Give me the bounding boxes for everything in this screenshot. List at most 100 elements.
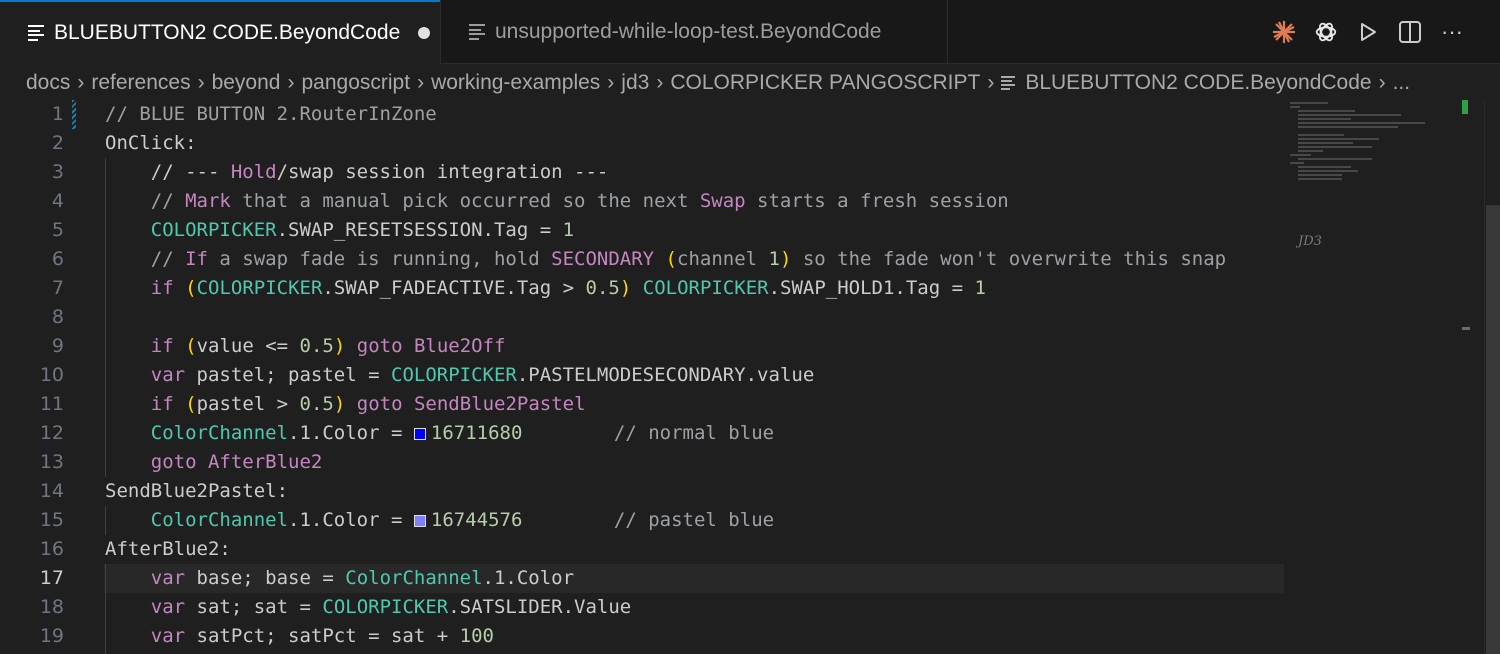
- minimap-line: [1298, 178, 1343, 180]
- line-number: 16: [39, 538, 64, 560]
- minimap-line: [1290, 162, 1305, 164]
- breadcrumb-label: docs: [26, 71, 71, 94]
- line-number: 5: [51, 219, 64, 241]
- code-text: var sat; sat = COLORPICKER.SATSLIDER.Val…: [150, 596, 632, 618]
- breadcrumb-item[interactable]: jd3: [621, 71, 649, 95]
- breadcrumb-chevron-icon: ›: [417, 71, 425, 94]
- breadcrumb-item[interactable]: pangoscript: [301, 71, 410, 95]
- code-line[interactable]: 11 if (pastel > 0.5) goto SendBlue2Paste…: [0, 390, 1290, 419]
- code-text: if (COLORPICKER.SWAP_FADEACTIVE.Tag > 0.…: [150, 277, 986, 299]
- code-line[interactable]: 14 SendBlue2Pastel:: [0, 477, 1290, 506]
- code-line[interactable]: 16 AfterBlue2:: [0, 535, 1290, 564]
- code-text: OnClick:: [105, 132, 197, 154]
- code-line[interactable]: 4 // Mark that a manual pick occurred so…: [0, 187, 1290, 216]
- tab-label: unsupported-while-loop-test.BeyondCode: [495, 20, 882, 43]
- file-lines-icon: [469, 24, 485, 40]
- breadcrumb-label: references: [91, 71, 191, 94]
- minimap-line: [1298, 138, 1379, 140]
- minimap-line: [1298, 134, 1344, 136]
- code-line[interactable]: 15 ColorChannel.1.Color = 16744576 // pa…: [0, 506, 1290, 535]
- minimap-line: [1298, 122, 1426, 124]
- line-number: 6: [51, 248, 64, 270]
- breadcrumb-chevron-icon: ›: [656, 71, 664, 94]
- line-number: 15: [39, 509, 64, 531]
- code-line[interactable]: 10 var pastel; pastel = COLORPICKER.PAST…: [0, 361, 1290, 390]
- breadcrumb-label: ...: [1392, 71, 1411, 94]
- code-line[interactable]: 2 OnClick:: [0, 129, 1290, 158]
- breadcrumb-item[interactable]: beyond: [212, 71, 281, 95]
- breadcrumb-item[interactable]: docs: [26, 71, 70, 95]
- breadcrumb-chevron-icon: ›: [1378, 71, 1386, 94]
- breadcrumb-label: pangoscript: [301, 71, 411, 94]
- code-line[interactable]: 1 // BLUE BUTTON 2.RouterInZone: [0, 100, 1290, 129]
- code-text: AfterBlue2:: [105, 538, 231, 560]
- minimap-logo: JD3: [1298, 234, 1322, 249]
- code-line[interactable]: 19 var satPct; satPct = sat + 100: [0, 622, 1290, 651]
- minimap-line: [1298, 174, 1343, 176]
- vertical-scrollbar-thumb[interactable]: [1486, 205, 1500, 654]
- breadcrumb-label: working-examples: [431, 71, 601, 94]
- code-text: if (pastel > 0.5) goto SendBlue2Pastel: [150, 393, 586, 415]
- claude-icon[interactable]: [1272, 20, 1296, 44]
- breadcrumb-label: BLUEBUTTON2 CODE.BeyondCode: [1025, 71, 1372, 94]
- minimap-line: [1290, 154, 1311, 156]
- breadcrumb-item[interactable]: references: [91, 71, 190, 95]
- breadcrumb-chevron-icon: ›: [987, 71, 995, 94]
- code-line[interactable]: 6 // If a swap fade is running, hold SEC…: [0, 245, 1290, 274]
- breadcrumb-item[interactable]: COLORPICKER PANGOSCRIPT: [670, 71, 980, 95]
- minimap-line: [1298, 150, 1323, 152]
- code-editor[interactable]: 1 // BLUE BUTTON 2.RouterInZone 2 OnClick: 3…: [0, 100, 1500, 654]
- breadcrumb-label: COLORPICKER PANGOSCRIPT: [670, 71, 981, 94]
- breadcrumb-item[interactable]: working-examples: [431, 71, 600, 95]
- code-text: SendBlue2Pastel:: [105, 480, 289, 502]
- code-line[interactable]: 17 var base; base = ColorChannel.1.Color: [0, 564, 1290, 593]
- code-text: // Mark that a manual pick occurred so t…: [105, 190, 1009, 212]
- color-swatch-icon[interactable]: [413, 428, 426, 440]
- minimap-line: [1290, 106, 1301, 108]
- editor-tab-bar: BLUEBUTTON2 CODE.BeyondCode unsupported-…: [0, 0, 1500, 64]
- line-number: 19: [39, 625, 64, 647]
- line-number: 18: [39, 596, 64, 618]
- minimap-line: [1298, 146, 1373, 148]
- file-lines-icon: [28, 25, 44, 41]
- minimap-line: [1290, 102, 1328, 104]
- code-line[interactable]: 13 goto AfterBlue2: [0, 448, 1290, 477]
- file-lines-icon: [1001, 75, 1016, 91]
- code-text: goto AfterBlue2: [150, 451, 323, 473]
- color-swatch-icon[interactable]: [413, 515, 426, 527]
- line-number: 13: [39, 451, 64, 473]
- breadcrumb-chevron-icon: ›: [197, 71, 205, 94]
- line-number: 12: [39, 422, 64, 444]
- line-number: 10: [39, 364, 64, 386]
- code-line[interactable]: 18 var sat; sat = COLORPICKER.SATSLIDER.…: [0, 593, 1290, 622]
- minimap[interactable]: [1286, 100, 1466, 250]
- breadcrumb-label: beyond: [211, 71, 281, 94]
- line-number: 8: [51, 306, 64, 328]
- code-text: if (value <= 0.5) goto Blue2Off: [150, 335, 506, 357]
- breadcrumb-label: jd3: [621, 71, 650, 94]
- code-line[interactable]: 7 if (COLORPICKER.SWAP_FADEACTIVE.Tag > …: [0, 274, 1290, 303]
- breadcrumb-chevron-icon: ›: [607, 71, 615, 94]
- split-editor-icon[interactable]: [1398, 20, 1422, 44]
- breadcrumb-chevron-icon: ›: [77, 71, 85, 94]
- code-line[interactable]: 9 if (value <= 0.5) goto Blue2Off: [0, 332, 1290, 361]
- run-icon[interactable]: [1356, 20, 1380, 44]
- breadcrumb-item[interactable]: ...: [1393, 71, 1411, 95]
- breadcrumb-item[interactable]: BLUEBUTTON2 CODE.BeyondCode: [1001, 71, 1372, 95]
- code-line[interactable]: 8: [0, 303, 1290, 332]
- unsaved-dot-icon[interactable]: [418, 27, 431, 39]
- openai-icon[interactable]: [1314, 20, 1338, 44]
- code-text: COLORPICKER.SWAP_RESETSESSION.Tag = 1: [150, 219, 575, 241]
- tab-unsupported-while-loop-test[interactable]: unsupported-while-loop-test.BeyondCode: [440, 0, 948, 64]
- overview-ruler-marker: [1462, 327, 1470, 330]
- code-line[interactable]: 12 ColorChannel.1.Color = 16711680 // no…: [0, 419, 1290, 448]
- tab-bluebutton2-code[interactable]: BLUEBUTTON2 CODE.BeyondCode: [0, 0, 440, 64]
- line-number: 17: [39, 567, 64, 589]
- modified-line-gutter-marker: [72, 100, 76, 129]
- minimap-line: [1298, 170, 1358, 172]
- code-text: // If a swap fade is running, hold SECON…: [105, 248, 1227, 270]
- minimap-line: [1298, 118, 1352, 120]
- more-actions-icon[interactable]: ···: [1440, 19, 1464, 44]
- code-line[interactable]: 5 COLORPICKER.SWAP_RESETSESSION.Tag = 1: [0, 216, 1290, 245]
- code-line[interactable]: 3 // --- Hold/swap session integration -…: [0, 158, 1290, 187]
